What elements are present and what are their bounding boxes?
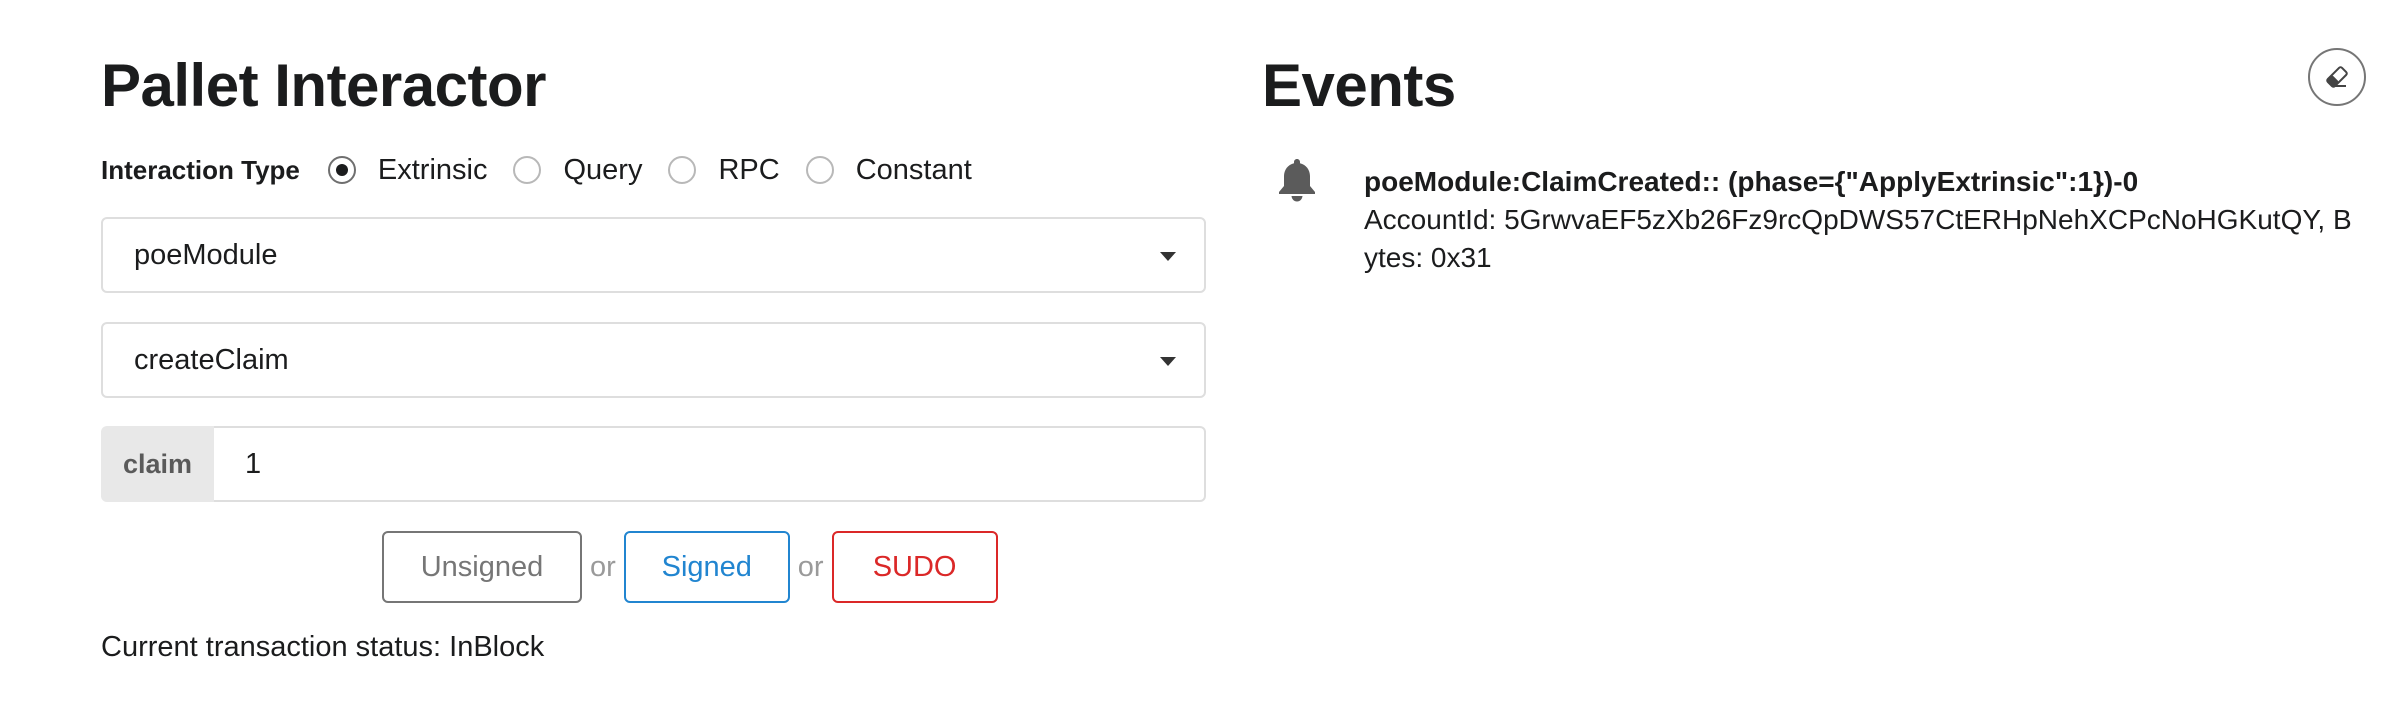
- event-summary: poeModule:ClaimCreated:: (phase={"ApplyE…: [1364, 166, 2139, 197]
- callable-select-value: createClaim: [134, 343, 289, 376]
- bell-icon: [1279, 159, 1315, 202]
- eraser-icon: [2326, 66, 2348, 88]
- claim-param-input[interactable]: 1: [214, 426, 1206, 502]
- or-separator: or: [590, 550, 616, 583]
- radio-extrinsic[interactable]: Extrinsic: [327, 154, 488, 187]
- radio-query-circle[interactable]: [513, 156, 542, 184]
- submit-button-group: Unsigned or Signed or SUDO: [382, 531, 998, 603]
- callable-select-dropdown[interactable]: createClaim: [101, 322, 1206, 398]
- or-separator: or: [797, 550, 824, 583]
- pallet-select-dropdown[interactable]: poeModule: [101, 217, 1206, 293]
- events-title: Events: [1262, 52, 1456, 119]
- dropdown-caret-icon: [1160, 252, 1176, 261]
- page: Pallet Interactor Interaction Type Extri…: [0, 0, 2400, 712]
- radio-constant-label[interactable]: Constant: [856, 154, 972, 187]
- radio-rpc-label[interactable]: RPC: [718, 154, 779, 187]
- pallet-interactor-title: Pallet Interactor: [101, 52, 547, 119]
- radio-constant-circle[interactable]: [805, 156, 834, 184]
- transaction-status: Current transaction status: InBlock: [101, 631, 545, 663]
- clear-events-button[interactable]: [2308, 48, 2366, 106]
- signed-button[interactable]: Signed: [623, 531, 790, 603]
- event-description: AccountId: 5GrwvaEF5zXb26Fz9rcQpDWS57CtE…: [1364, 204, 2352, 273]
- dropdown-caret-icon: [1160, 357, 1176, 366]
- unsigned-button[interactable]: Unsigned: [382, 531, 582, 603]
- radio-query[interactable]: Query: [513, 154, 642, 187]
- pallet-select-value: poeModule: [134, 238, 278, 271]
- sudo-button[interactable]: SUDO: [831, 531, 998, 603]
- claim-param-input-group: claim 1: [101, 426, 1206, 502]
- radio-extrinsic-label[interactable]: Extrinsic: [378, 154, 488, 187]
- radio-constant[interactable]: Constant: [805, 154, 972, 187]
- radio-query-label[interactable]: Query: [563, 154, 642, 187]
- radio-extrinsic-circle[interactable]: [327, 156, 356, 184]
- interaction-type-group: Interaction Type Extrinsic Query RPC Con…: [101, 148, 998, 192]
- interaction-type-label: Interaction Type: [101, 154, 300, 185]
- claim-param-label: claim: [101, 426, 214, 502]
- radio-rpc[interactable]: RPC: [668, 154, 780, 187]
- radio-rpc-circle[interactable]: [668, 156, 697, 184]
